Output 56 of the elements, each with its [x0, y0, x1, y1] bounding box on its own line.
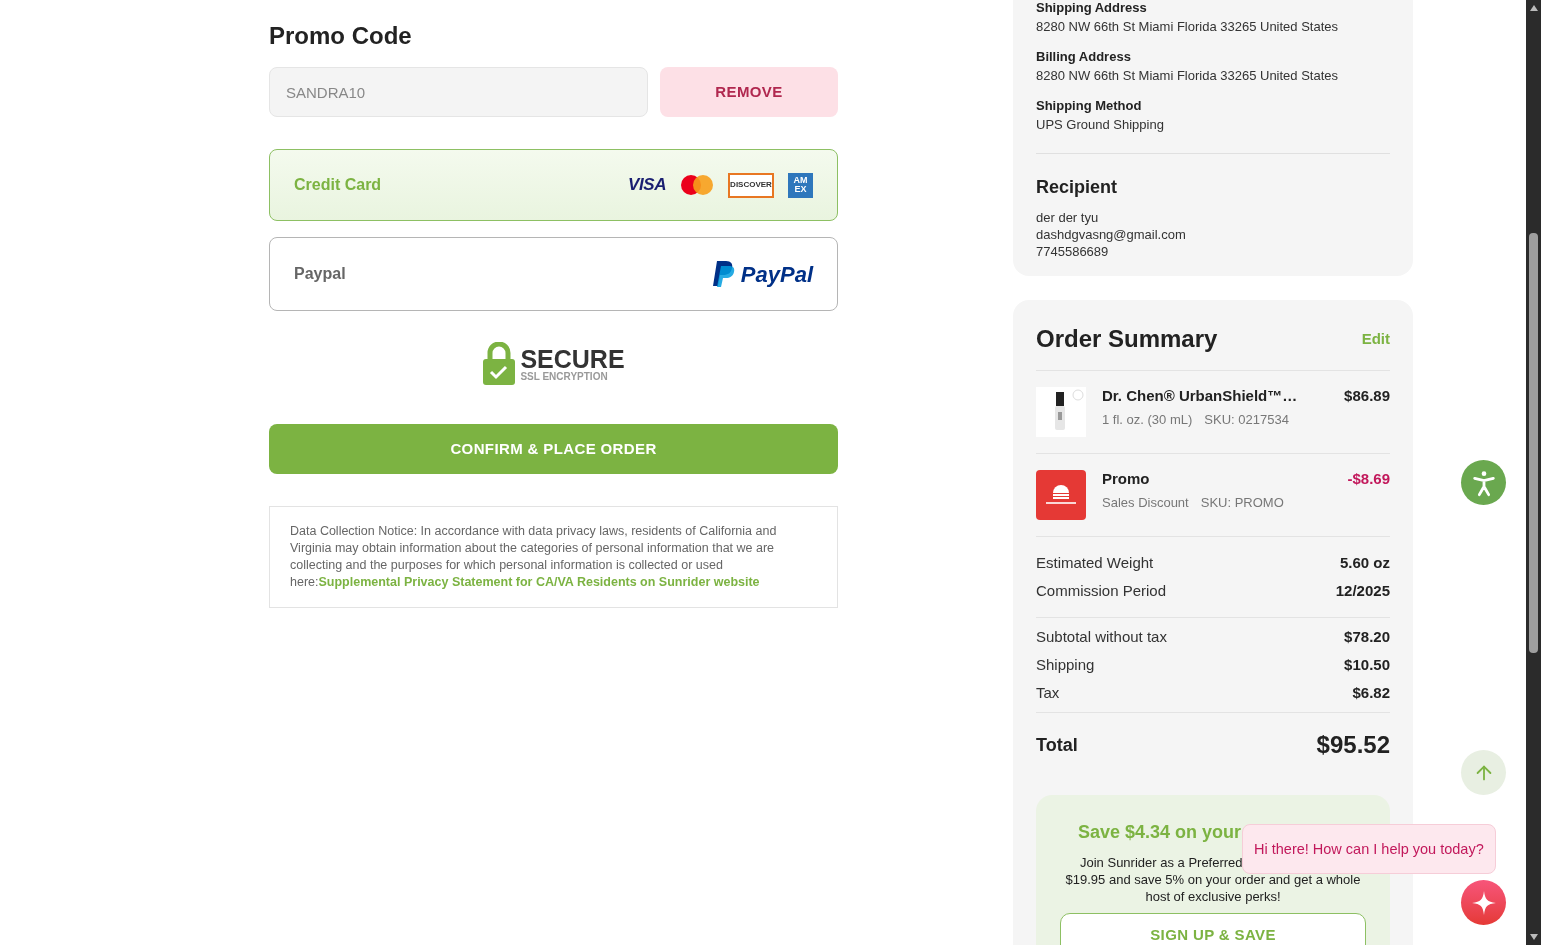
payment-label: Paypal [294, 264, 346, 284]
secure-ssl-badge: SECURE SSL ENCRYPTION [482, 342, 625, 386]
item-price: -$8.69 [1347, 470, 1390, 488]
detail-label: Shipping Method [1036, 98, 1143, 114]
detail-label: Shipping Address [1036, 0, 1148, 16]
summary-label: Subtotal without tax [1036, 626, 1167, 647]
confirm-order-button[interactable]: CONFIRM & PLACE ORDER [269, 424, 838, 474]
summary-value: $6.82 [1352, 682, 1390, 703]
total-value: $95.52 [1316, 730, 1390, 760]
edit-link[interactable]: Edit [1361, 327, 1390, 351]
paypal-logo: PayPal [712, 257, 813, 291]
chat-bubble: Hi there! How can I help you today? [1242, 824, 1496, 874]
scroll-down-arrow-icon[interactable] [1528, 932, 1539, 942]
recipient-info: der der tyu [1036, 209, 1100, 226]
summary-label: Commission Period [1036, 580, 1167, 601]
summary-value: $78.20 [1344, 626, 1390, 647]
summary-value: $10.50 [1344, 654, 1390, 675]
detail-value: UPS Ground Shipping [1036, 117, 1165, 133]
payment-option[interactable]: Paypal PayPal [269, 237, 838, 311]
offer-text: Join Sunrider as a Preferred [1080, 854, 1243, 871]
item-variant: Sales Discount [1102, 494, 1189, 512]
privacy-statement-link[interactable]: Supplemental Privacy Statement for CA/VA Residents on Sunrider website [318, 575, 760, 589]
detail-label: Billing Address [1036, 49, 1132, 65]
offer-text: $19.95 and save 5% on your order and get a whole host of exclusive perks! [1064, 871, 1362, 905]
privacy-notice: Data Collection Notice: In accordance with data privacy laws, residents of California and Virginia may obtain information about the categories of personal information that we are collecting and the purposes for which personal information is collected or used here:Supplemental Privacy Statement for CA/VA Residents on Sunrider website [290, 523, 778, 591]
item-variant: 1 fl. oz. (30 mL) [1102, 411, 1193, 429]
amex-logo: AM EX [788, 172, 813, 198]
detail-value: 8280 NW 66th St Miami Florida 33265 United States [1036, 19, 1340, 35]
brand-logo-icon [1036, 470, 1086, 520]
total-label: Total [1036, 733, 1078, 757]
section-heading: Promo Code [269, 22, 413, 50]
summary-label: Estimated Weight [1036, 552, 1154, 573]
item-sku: SKU: 0217534 [1204, 411, 1289, 429]
visa-logo: VISA [628, 174, 666, 197]
order-summary-heading: Order Summary [1036, 324, 1218, 354]
chat-button[interactable] [1461, 880, 1506, 925]
item-price: $86.89 [1344, 387, 1390, 405]
detail-value: 8280 NW 66th St Miami Florida 33265 United States [1036, 68, 1340, 84]
item-name: Dr. Chen® UrbanShield™… [1102, 387, 1298, 405]
offer-heading: Save $4.34 on your [1078, 821, 1242, 844]
payment-option[interactable]: Credit Card VISA DISCOVER AM EX [269, 149, 838, 221]
item-name: Promo [1102, 470, 1150, 488]
discover-logo: DISCOVER [728, 172, 774, 198]
mastercard-logo [680, 174, 714, 196]
recipient-info: 7745586689 [1036, 243, 1110, 260]
summary-value: 5.60 oz [1339, 552, 1390, 573]
recipient-info: dashdgvasng@gmail.com [1036, 226, 1187, 243]
scroll-up-arrow-icon[interactable] [1528, 3, 1539, 13]
summary-value: 12/2025 [1335, 580, 1390, 601]
sign-up-button[interactable]: SIGN UP & SAVE [1060, 913, 1366, 945]
accessibility-button[interactable] [1461, 460, 1506, 505]
summary-label: Shipping [1036, 654, 1095, 675]
summary-label: Tax [1036, 682, 1060, 703]
item-sku: SKU: PROMO [1200, 494, 1284, 512]
payment-label: Credit Card [294, 175, 382, 195]
recipient-heading: Recipient [1036, 176, 1119, 198]
